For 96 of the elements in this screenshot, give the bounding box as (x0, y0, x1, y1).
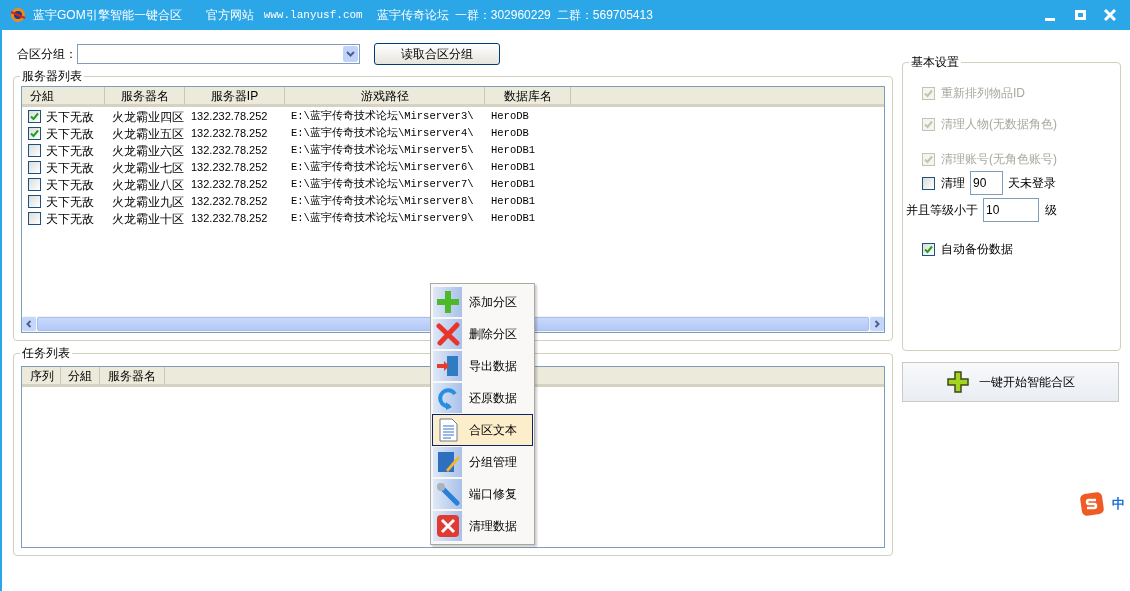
field-label: 合区分组： (17, 46, 77, 63)
menu-item[interactable]: 删除分区 (432, 318, 533, 350)
title-info: 蓝宇传奇论坛 (376, 7, 449, 24)
column-header[interactable]: 数据库名 (485, 86, 571, 105)
table-cell: 132.232.78.252 (191, 178, 268, 191)
table-cell: HeroDB1 (491, 143, 536, 156)
menu-item[interactable]: 分组管理 (432, 446, 533, 478)
pencil-icon (435, 450, 460, 474)
menu-item[interactable]: 添加分区 (432, 286, 533, 318)
menu-item[interactable]: 导出数据 (432, 350, 533, 382)
table-cell: 132.232.78.252 (191, 110, 268, 123)
close-icon (435, 514, 460, 538)
column-header[interactable]: 序列 (22, 366, 61, 385)
group-title: 任务列表 (20, 346, 72, 360)
group-title: 服务器列表 (20, 69, 84, 83)
table-cell-text: 天下无敌 (46, 210, 94, 228)
checkbox[interactable] (28, 195, 41, 208)
window-title: 蓝宇GOM引擎智能一键合区 (33, 7, 182, 24)
checkbox[interactable] (28, 110, 41, 123)
table-cell: E:\蓝宇传奇技术论坛\Mirserver6\ (291, 160, 474, 173)
scroll-left-icon[interactable] (22, 317, 36, 331)
checkbox[interactable] (28, 212, 41, 225)
start-merge-button[interactable]: 一键开始智能合区 (902, 362, 1119, 402)
table-cell: E:\蓝宇传奇技术论坛\Mirserver3\ (291, 109, 474, 122)
table-cell: 火龙霸业十区 (112, 211, 184, 226)
group-dropdown[interactable] (77, 44, 360, 64)
column-header[interactable]: 分組 (22, 86, 105, 105)
checkbox-label: 重新排列物品ID (941, 85, 1025, 102)
column-header[interactable]: 服务器名 (100, 366, 165, 385)
menu-item[interactable]: 端口修复 (432, 478, 533, 510)
plus-icon (435, 290, 460, 314)
title-info: 一群：302960229 (454, 7, 551, 24)
table-cell: 火龙霸业八区 (112, 177, 184, 192)
checkbox[interactable] (922, 242, 935, 256)
plus-icon (946, 371, 969, 393)
field-label: 天未登录 (1008, 175, 1056, 192)
checkbox[interactable] (28, 178, 41, 191)
table-cell-text: 天下无敌 (46, 125, 94, 143)
column-header[interactable]: 分組 (61, 366, 100, 385)
checkbox-label: 清理人物(无数据角色) (941, 116, 1057, 133)
scroll-right-icon[interactable] (870, 317, 884, 331)
menu-item[interactable]: 合区文本 (432, 414, 533, 446)
table-cell-text: 天下无敌 (46, 176, 94, 194)
table-cell: HeroDB1 (491, 177, 536, 190)
column-header[interactable]: 游戏路径 (285, 86, 485, 105)
table-cell: E:\蓝宇传奇技术论坛\Mirserver4\ (291, 126, 474, 139)
table-cell: E:\蓝宇传奇技术论坛\Mirserver9\ (291, 211, 474, 224)
checkbox-label: 自动备份数据 (941, 241, 1013, 258)
read-groups-button[interactable]: 读取合区分组 (374, 43, 500, 65)
checkbox[interactable] (922, 176, 935, 190)
table-cell-text: 天下无敌 (46, 142, 94, 160)
number-field[interactable]: 90 (970, 171, 1003, 195)
table-cell: HeroDB1 (491, 211, 536, 224)
input-method-icon[interactable] (1080, 492, 1104, 516)
number-field[interactable]: 10 (983, 198, 1039, 222)
table-cell: 火龙霸业五区 (112, 126, 184, 141)
menu-item[interactable]: 还原数据 (432, 382, 533, 414)
checkbox[interactable] (28, 144, 41, 157)
cross-icon (435, 322, 460, 346)
checkbox-label: 清理 (941, 175, 965, 192)
table-cell: E:\蓝宇传奇技术论坛\Mirserver8\ (291, 194, 474, 207)
table-cell: 132.232.78.252 (191, 127, 268, 140)
group-title: 基本设置 (909, 55, 961, 69)
table-cell: 132.232.78.252 (191, 195, 268, 208)
table-cell: 132.232.78.252 (191, 161, 268, 174)
table-cell: HeroDB (491, 126, 529, 139)
table-cell: 132.232.78.252 (191, 212, 268, 225)
menu-item[interactable]: 清理数据 (432, 510, 533, 542)
checkbox-label: 清理账号(无角色账号) (941, 151, 1057, 168)
checkbox[interactable] (28, 161, 41, 174)
maximize-icon[interactable] (1074, 10, 1086, 20)
table-cell: E:\蓝宇传奇技术论坛\Mirserver5\ (291, 143, 474, 156)
close-icon[interactable] (1104, 9, 1116, 21)
table-cell-text: 天下无敌 (46, 108, 94, 126)
title-info: 官方网站 (205, 7, 254, 24)
app-icon (9, 6, 27, 24)
title-info: www.lanyusf.com (263, 7, 363, 23)
table-cell-text: 天下无敌 (46, 159, 94, 177)
checkbox[interactable] (28, 127, 41, 140)
table-cell: HeroDB1 (491, 160, 536, 173)
table-cell: HeroDB1 (491, 194, 536, 207)
table-cell: HeroDB (491, 109, 529, 122)
table-cell: E:\蓝宇传奇技术论坛\Mirserver7\ (291, 177, 474, 190)
column-header[interactable]: 服务器名 (105, 86, 185, 105)
table-cell: 火龙霸业六区 (112, 143, 184, 158)
table-cell-text: 天下无敌 (46, 193, 94, 211)
table-cell: 火龙霸业七区 (112, 160, 184, 175)
door-arrow-icon (435, 354, 460, 378)
title-info: 二群：569705413 (556, 7, 653, 24)
wrench-icon (435, 482, 460, 506)
field-label: 级 (1045, 202, 1057, 219)
field-label: 并且等级小于 (906, 202, 978, 219)
table-cell: 火龙霸业四区 (112, 109, 184, 124)
table-cell: 火龙霸业九区 (112, 194, 184, 209)
table-cell: 132.232.78.252 (191, 144, 268, 157)
column-header[interactable]: 服务器IP (185, 86, 285, 105)
